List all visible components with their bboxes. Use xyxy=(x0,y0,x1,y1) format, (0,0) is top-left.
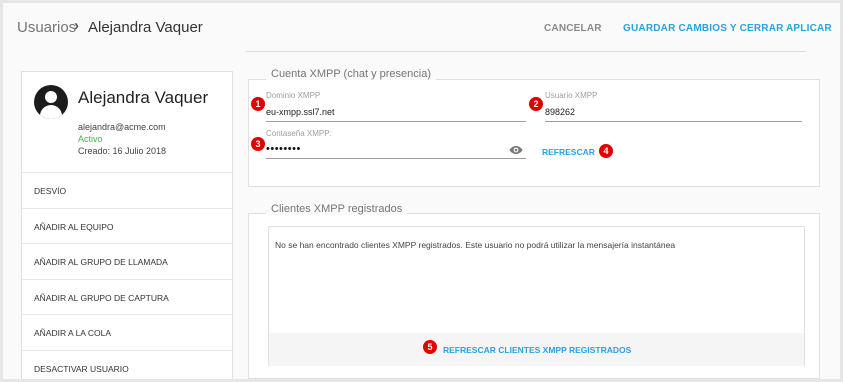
empty-clients-message: No se han encontrado clientes XMPP regis… xyxy=(275,240,676,250)
breadcrumb-users[interactable]: Usuarios xyxy=(17,19,76,36)
domain-field[interactable]: eu-xmpp.ssl7.net xyxy=(266,107,526,117)
app-window: Usuarios › Alejandra Vaquer CANCELAR GUA… xyxy=(3,3,840,379)
sidebar-menu: DESVÍO AÑADIR AL EQUIPO AÑADIR AL GRUPO … xyxy=(22,172,232,379)
apply-button[interactable]: APLICAR xyxy=(786,23,832,34)
sidebar-item-forwarding[interactable]: DESVÍO xyxy=(22,172,232,208)
page-title: Alejandra Vaquer xyxy=(88,19,203,36)
sidebar-item-deactivate-user[interactable]: DESACTIVAR USUARIO xyxy=(22,349,232,380)
xmpp-account-card xyxy=(248,79,820,187)
created-date: Creado: 16 Julio 2018 xyxy=(78,146,167,156)
xmpp-account-title: Cuenta XMPP (chat y presencia) xyxy=(266,68,436,80)
status-badge: Activo xyxy=(78,134,103,144)
annotation-badge-3: 3 xyxy=(251,137,265,151)
password-field[interactable]: •••••••• xyxy=(266,143,301,155)
domain-underline xyxy=(266,121,526,122)
password-underline xyxy=(266,158,526,159)
user-underline xyxy=(545,121,802,122)
sidebar-item-add-to-queue[interactable]: AÑADIR A LA COLA xyxy=(22,314,232,350)
user-email: alejandra@acme.com xyxy=(78,122,166,132)
save-and-close-button[interactable]: GUARDAR CAMBIOS Y CERRAR xyxy=(623,23,784,34)
refresh-clients-button[interactable]: REFRESCAR CLIENTES XMPP REGISTRADOS xyxy=(443,345,631,355)
user-avatar-icon xyxy=(34,85,68,119)
user-label: Usuario XMPP xyxy=(545,91,598,100)
refresh-clients-bar: REFRESCAR CLIENTES XMPP REGISTRADOS xyxy=(269,333,804,366)
password-label: Contaseña XMPP: xyxy=(266,129,332,138)
sidebar-item-add-to-team[interactable]: AÑADIR AL EQUIPO xyxy=(22,207,232,244)
cancel-button[interactable]: CANCELAR xyxy=(544,23,602,34)
annotation-badge-1: 1 xyxy=(251,97,265,111)
breadcrumb-separator: › xyxy=(74,17,79,34)
user-field[interactable]: 898262 xyxy=(545,107,805,117)
user-sidebar: Alejandra Vaquer alejandra@acme.com Acti… xyxy=(21,71,233,379)
refresh-button[interactable]: REFRESCAR xyxy=(542,147,595,157)
annotation-badge-5: 5 xyxy=(423,340,437,354)
annotation-badge-4: 4 xyxy=(599,144,613,158)
clients-list: No se han encontrado clientes XMPP regis… xyxy=(268,226,805,366)
sidebar-item-add-to-pickup-group[interactable]: AÑADIR AL GRUPO DE CAPTURA xyxy=(22,278,232,315)
user-name: Alejandra Vaquer xyxy=(78,88,209,107)
annotation-badge-2: 2 xyxy=(529,97,543,111)
xmpp-clients-title: Clientes XMPP registrados xyxy=(266,203,408,215)
top-bar: Usuarios › Alejandra Vaquer CANCELAR GUA… xyxy=(3,3,840,53)
divider xyxy=(246,51,806,52)
sidebar-item-add-to-call-group[interactable]: AÑADIR AL GRUPO DE LLAMADA xyxy=(22,243,232,279)
domain-label: Dominio XMPP xyxy=(266,91,321,100)
